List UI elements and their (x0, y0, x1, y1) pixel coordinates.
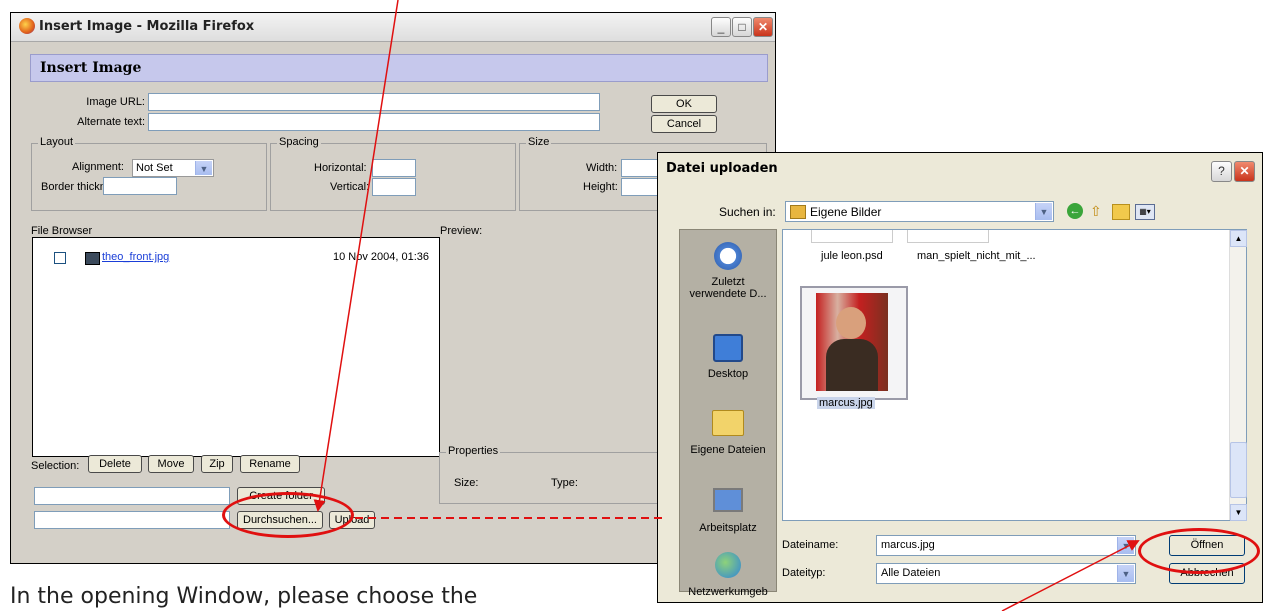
annotation-layer (313, 0, 1140, 611)
instruction-caption: In the opening Window, please choose the (10, 584, 478, 609)
open-highlight-ellipse (1138, 528, 1260, 574)
annotation-arrow (1001, 540, 1140, 611)
browse-highlight-ellipse (222, 492, 354, 538)
annotation-arrow (313, 0, 399, 512)
